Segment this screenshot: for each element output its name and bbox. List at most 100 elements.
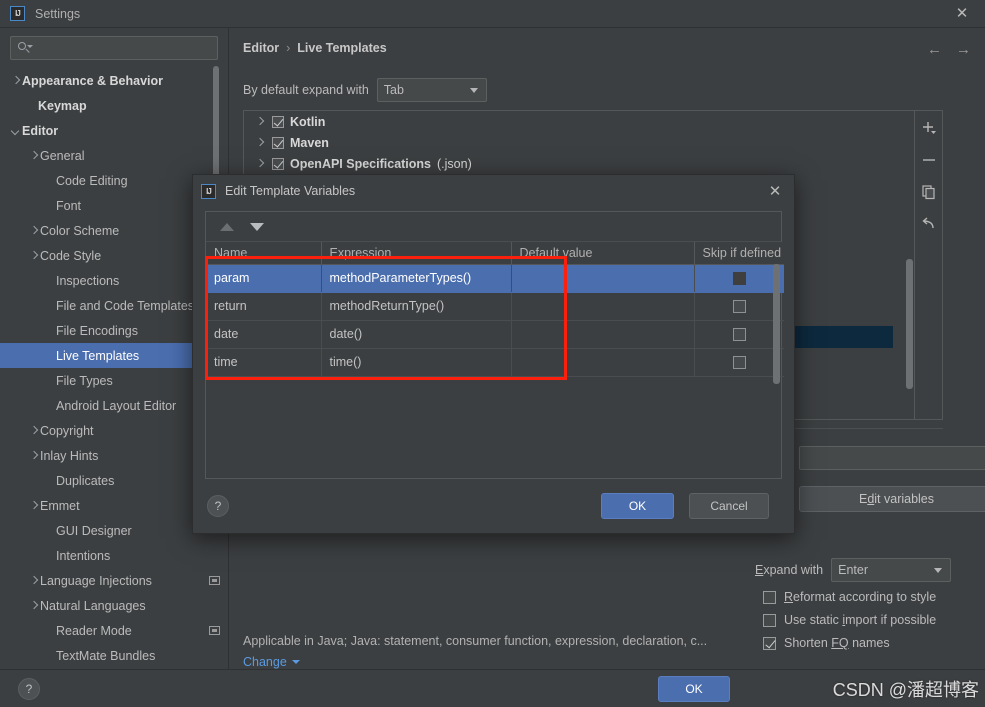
skip-if-defined-checkbox[interactable] [732,328,746,342]
table-row[interactable]: param methodParameterTypes() [206,264,784,293]
expand-with-combo[interactable]: Enter [831,558,952,582]
sidebar-item-natural-languages[interactable]: Natural Languages [0,593,228,618]
sidebar-item-label: Appearance & Behavior [22,73,164,88]
dialog-scrollbar-thumb[interactable] [773,264,780,384]
template-text-field[interactable] [799,446,985,470]
skip-if-defined-checkbox[interactable] [732,356,746,370]
dialog-close-icon[interactable]: ✕ [766,182,784,200]
dialog-title: Edit Template Variables [225,184,356,198]
cell-expression[interactable]: time() [321,348,512,377]
chevron-right-icon[interactable] [254,137,266,149]
revert-icon[interactable] [920,215,938,233]
dialog-ok-button[interactable]: OK [601,493,674,519]
dialog-cancel-button[interactable]: Cancel [689,493,769,519]
template-group-checkbox[interactable] [272,157,284,170]
chevron-right-icon[interactable] [28,600,40,612]
move-down-icon[interactable] [250,222,264,231]
cell-skip-if-defined[interactable] [694,320,784,349]
chevron-right-icon[interactable] [10,75,22,87]
variables-table: Name Expression Default value Skip if defin… [206,242,784,377]
chevron-right-icon[interactable] [28,150,40,162]
column-header[interactable]: Skip if defined [694,242,784,265]
chevron-right-icon[interactable] [254,158,266,170]
template-group-row[interactable]: OpenAPI Specifications (.json) [244,153,914,174]
reformat-checkbox[interactable] [763,590,776,604]
template-group-checkbox[interactable] [272,136,284,149]
close-icon[interactable]: ✕ [953,5,971,23]
expand-with-value: Enter [838,563,868,577]
column-header[interactable]: Name [206,242,322,265]
cell-default-value[interactable] [511,264,695,293]
sidebar-item-appearance-behavior[interactable]: Appearance & Behavior [0,68,228,93]
chevron-right-icon[interactable] [28,450,40,462]
chevron-right-icon[interactable] [28,225,40,237]
sidebar-item-editor[interactable]: Editor [0,118,228,143]
search-input[interactable] [34,41,211,55]
edit-variables-button[interactable]: Ed it variables [799,486,985,512]
sidebar-item-label: Live Templates [56,348,140,363]
column-header[interactable]: Expression [321,242,512,265]
dialog-help-button[interactable]: ? [207,495,229,517]
chevron-right-icon[interactable] [28,425,40,437]
template-group-row[interactable]: Maven [244,132,914,153]
chevron-down-icon[interactable] [10,125,22,137]
template-group-row[interactable]: Kotlin [244,111,914,132]
cell-expression[interactable]: methodParameterTypes() [321,264,512,293]
sidebar-item-language-injections[interactable]: Language Injections [0,568,228,593]
static-import-checkbox[interactable] [763,613,776,627]
cell-default-value[interactable] [511,320,695,349]
option-shorten-fq[interactable]: Shorten FQ names [763,636,890,650]
cell-default-value[interactable] [511,348,695,377]
add-icon[interactable] [920,119,938,137]
cell-name[interactable]: date [206,320,322,349]
cell-name[interactable]: param [206,264,322,293]
sidebar-item-general[interactable]: General [0,143,228,168]
default-expand-combo[interactable]: Tab [376,78,487,102]
ok-button[interactable]: OK [658,675,730,702]
table-row[interactable]: return methodReturnType() [206,292,784,321]
templates-scrollbar-thumb[interactable] [906,259,913,389]
move-up-icon[interactable] [220,222,234,231]
cell-expression[interactable]: methodReturnType() [321,292,512,321]
table-row[interactable]: date date() [206,320,784,349]
back-arrow-icon[interactable]: ← [927,41,942,58]
cell-skip-if-defined[interactable] [694,292,784,321]
option-static-import[interactable]: Use static import if possible [763,613,936,627]
breadcrumb-root[interactable]: Editor [243,41,279,55]
copy-icon[interactable] [920,183,938,201]
skip-if-defined-checkbox[interactable] [732,272,746,286]
sidebar-item-label: Duplicates [56,473,115,488]
sidebar-item-textmate-bundles[interactable]: TextMate Bundles [0,643,228,666]
cell-skip-if-defined[interactable] [694,264,784,293]
cell-expression[interactable]: date() [321,320,512,349]
column-header[interactable]: Default value [511,242,695,265]
help-button[interactable]: ? [18,677,40,700]
cell-name[interactable]: time [206,348,322,377]
cell-name[interactable]: return [206,292,322,321]
table-row[interactable]: time time() [206,348,784,377]
search-box[interactable] [10,36,218,60]
shorten-fq-checkbox[interactable] [763,636,776,650]
sidebar-item-label: Color Scheme [40,223,120,238]
sidebar-item-keymap[interactable]: Keymap [0,93,228,118]
breadcrumb: Editor › Live Templates [243,41,387,55]
variables-table-body: param methodParameterTypes() return methodR… [206,264,784,377]
chevron-right-icon[interactable] [254,116,266,128]
change-link[interactable]: Change [243,655,300,669]
chevron-right-icon[interactable] [28,575,40,587]
sidebar-item-reader-mode[interactable]: Reader Mode [0,618,228,643]
plugin-badge-icon [209,626,220,635]
cell-skip-if-defined[interactable] [694,348,784,377]
chevron-right-icon[interactable] [28,500,40,512]
chevron-right-icon[interactable] [28,250,40,262]
sidebar-item-intentions[interactable]: Intentions [0,543,228,568]
forward-arrow-icon[interactable]: → [956,41,971,58]
skip-if-defined-checkbox[interactable] [732,300,746,314]
remove-icon[interactable] [920,151,938,169]
option-reformat[interactable]: Reformat according to style [763,590,936,604]
template-group-checkbox[interactable] [272,115,284,128]
cell-default-value[interactable] [511,292,695,321]
